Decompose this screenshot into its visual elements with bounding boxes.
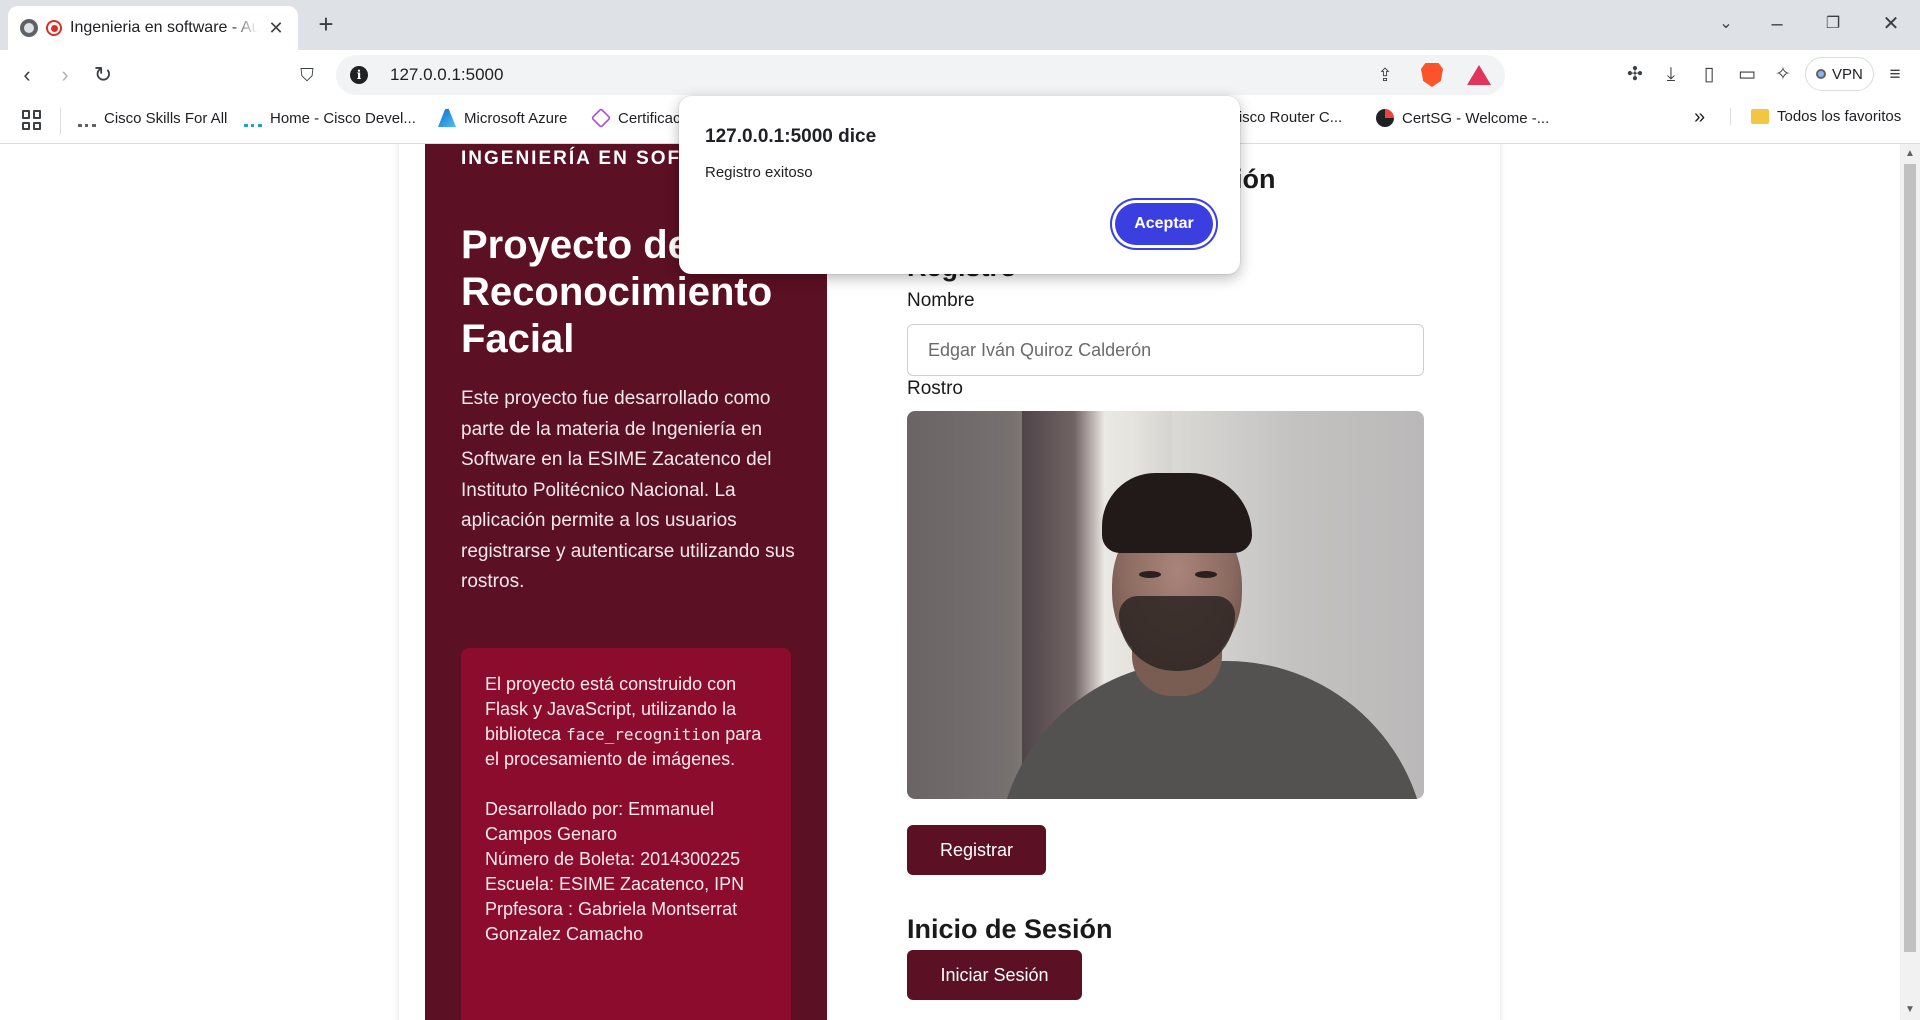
cube-icon (590, 107, 612, 129)
face-label: Rostro (907, 378, 963, 399)
alert-dialog: 127.0.0.1:5000 dice Registro exitoso Ace… (679, 96, 1240, 274)
wallet-icon[interactable]: ▭ (1732, 60, 1762, 90)
page-scrollbar[interactable]: ▲ ▼ (1900, 144, 1920, 1020)
apps-grid-icon[interactable] (22, 110, 42, 130)
reload-button[interactable]: ↻ (88, 60, 118, 90)
site-info-icon[interactable]: i (350, 66, 368, 84)
register-button[interactable]: Registrar (907, 825, 1046, 875)
alert-accept-button[interactable]: Aceptar (1115, 203, 1213, 245)
vpn-button[interactable]: VPN (1805, 57, 1874, 91)
download-icon[interactable]: ⤓ (1656, 60, 1686, 90)
webcam-video[interactable] (907, 411, 1424, 799)
bookmarks-divider (60, 108, 61, 134)
back-button[interactable]: ‹ (12, 60, 42, 90)
bookmarks-overflow-button[interactable]: » (1694, 106, 1705, 129)
url-text[interactable]: 127.0.0.1:5000 (390, 65, 503, 85)
project-info-panel: INGENIERÍA EN SOFTWARE Proyecto de Recon… (425, 144, 827, 1020)
browser-tab[interactable]: Ingenieria en software - Autenticación ✕ (8, 6, 298, 50)
brave-shields-icon[interactable] (1421, 63, 1443, 87)
tab-title: Ingenieria en software - Autenticación (70, 19, 258, 36)
bookmark-certificacion[interactable]: Certificac (590, 107, 681, 129)
page-viewport: INGENIERÍA EN SOFTWARE Proyecto de Recon… (0, 144, 1920, 1020)
name-field[interactable]: Edgar Iván Quiroz Calderón (907, 324, 1424, 376)
scroll-down-icon[interactable]: ▼ (1900, 1004, 1920, 1015)
alert-title: 127.0.0.1:5000 dice (705, 126, 877, 147)
bookmark-azure[interactable]: Microsoft Azure (438, 109, 567, 127)
browser-toolbar: ‹ › ↻ ⛉ i 127.0.0.1:5000 ⇪ ✣ ⤓ ▯ ▭ ✧ ≡ (0, 50, 1920, 100)
azure-icon (438, 109, 456, 127)
minimize-button[interactable]: – (1762, 10, 1792, 38)
tab-search-chevron-icon[interactable]: ⌄ (1711, 10, 1741, 38)
close-tab-icon[interactable]: ✕ (266, 18, 286, 39)
tab-strip: Ingenieria en software - Autenticación ✕… (0, 0, 1920, 50)
recording-icon (46, 20, 62, 36)
project-description: Este proyecto fue desarrollado como part… (461, 388, 795, 592)
scroll-up-icon[interactable]: ▲ (1900, 148, 1920, 159)
share-icon[interactable]: ⇪ (1373, 63, 1397, 87)
sidebar-icon[interactable]: ▯ (1694, 60, 1724, 90)
name-label: Nombre (907, 290, 975, 311)
login-button[interactable]: Iniciar Sesión (907, 950, 1082, 1000)
restore-button[interactable]: ❐ (1818, 10, 1848, 38)
library-code: face_recognition (566, 725, 721, 744)
brave-rewards-icon[interactable] (1467, 65, 1491, 85)
boleta-line: Número de Boleta: 2014300225 (485, 849, 741, 869)
vpn-label: VPN (1832, 65, 1863, 83)
cisco-devnet-icon (244, 109, 262, 127)
school-line: Escuela: ESIME Zacatenco, IPN (485, 874, 745, 894)
alert-message: Registro exitoso (705, 164, 813, 181)
bookmark-cisco-devnet[interactable]: Home - Cisco Devel... (244, 109, 416, 127)
cisco-icon (78, 109, 96, 127)
extensions-icon[interactable]: ✣ (1620, 60, 1650, 90)
developer-line: Desarrollado por: Emmanuel Campos Genaro (485, 799, 715, 844)
folder-icon (1751, 109, 1769, 124)
bookmark-cisco-router[interactable]: Cisco Router C... (1228, 109, 1342, 126)
teacher-line: Prpfesora : Gabriela Montserrat Gonzalez… (485, 899, 738, 944)
certsg-icon (1376, 109, 1394, 127)
address-bar[interactable]: i 127.0.0.1:5000 ⇪ (336, 55, 1505, 95)
login-heading: Inicio de Sesión (907, 914, 1113, 944)
person-eye-left (1139, 571, 1161, 578)
person-eye-right (1195, 571, 1217, 578)
new-tab-button[interactable]: + (312, 10, 340, 38)
bookmark-cisco-skills[interactable]: Cisco Skills For All (78, 109, 227, 127)
close-window-button[interactable]: ✕ (1876, 10, 1906, 38)
vpn-status-icon (1816, 69, 1826, 79)
person-hair (1102, 473, 1252, 553)
project-details-box: El proyecto está construido con Flask y … (461, 648, 791, 1020)
all-bookmarks-folder[interactable]: Todos los favoritos (1730, 108, 1901, 125)
leo-ai-icon[interactable]: ✧ (1768, 60, 1798, 90)
forward-button[interactable]: › (50, 60, 80, 90)
bookmark-certsg[interactable]: CertSG - Welcome -... (1376, 109, 1549, 127)
menu-icon[interactable]: ≡ (1880, 60, 1910, 90)
bookmark-icon[interactable]: ⛉ (292, 60, 322, 90)
scroll-thumb[interactable] (1904, 164, 1916, 952)
globe-icon (20, 19, 38, 37)
